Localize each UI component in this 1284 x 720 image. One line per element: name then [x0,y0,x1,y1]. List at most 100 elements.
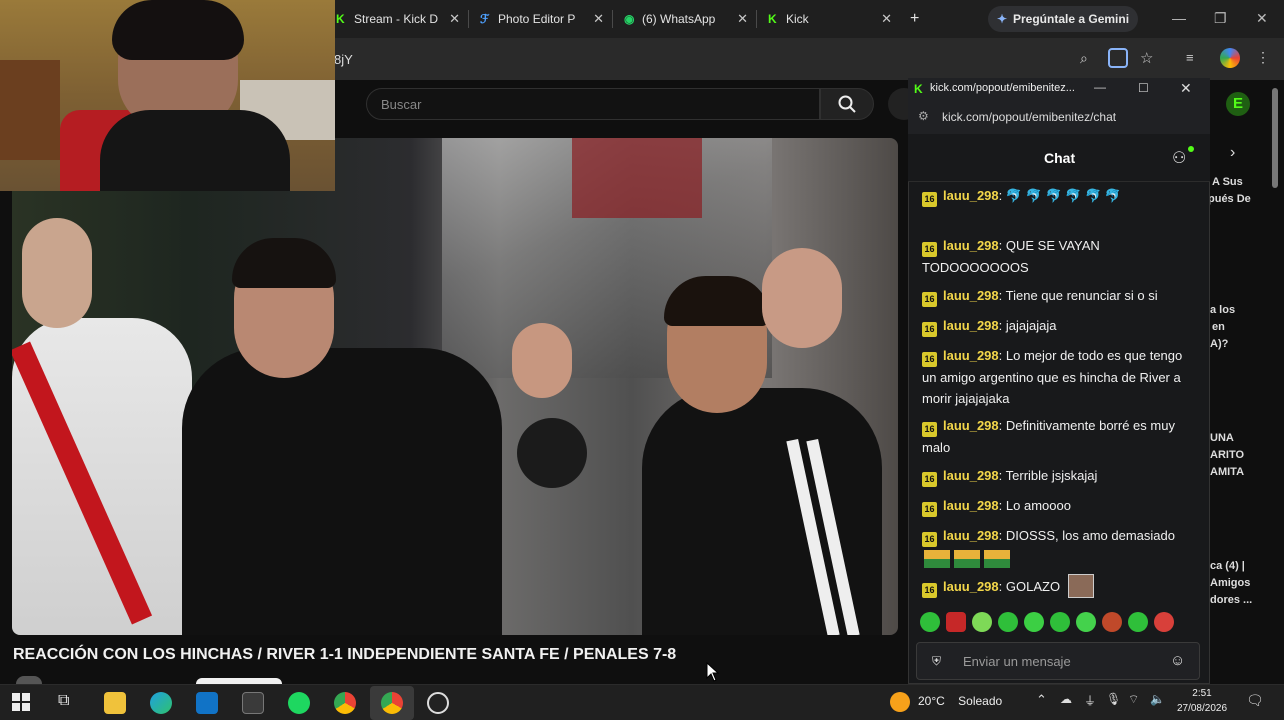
translate-icon[interactable] [1108,48,1128,68]
address-text[interactable]: 8jY [334,52,353,67]
chevron-up-icon[interactable]: ⌃ [1036,692,1047,708]
scrollbar[interactable] [1272,88,1278,188]
emote-button[interactable] [972,612,992,632]
windows-start-icon[interactable] [12,693,30,711]
close-icon[interactable]: ✕ [449,11,460,27]
chat-message: 16 lauu_298: DIOSSS, los amo demasiado [922,525,1194,547]
chrome-icon[interactable] [334,692,356,714]
close-icon[interactable]: ✕ [881,11,892,27]
person-face [22,218,92,328]
chat-username[interactable]: lauu_298 [943,348,999,363]
chevron-right-icon[interactable]: › [1230,144,1235,162]
chat-text: Terrible jsjskajaj [1005,468,1098,483]
reading-list-icon[interactable]: ≡ [1186,50,1194,65]
chat-title: Chat [1044,150,1076,166]
emote-button[interactable] [946,612,966,632]
person-face [762,248,842,348]
menu-dots-icon[interactable]: ⋮ [1256,49,1270,66]
chat-username[interactable]: lauu_298 [943,498,999,513]
volume-icon[interactable]: 🔈 [1150,692,1165,706]
person-face [512,323,572,398]
subscriber-badge: 16 [922,192,937,207]
emote-face [1067,574,1094,598]
maximize-icon[interactable]: ☐ [1138,81,1149,95]
chat-message: 16 lauu_298: jajajajaja [922,315,1194,337]
search-input[interactable]: Buscar [366,88,820,120]
usb-icon[interactable]: ⏚ [1084,692,1096,709]
photo-editor-icon: ℱ [480,12,490,26]
outlook-icon[interactable] [196,692,218,714]
obs-icon[interactable] [427,692,449,714]
new-tab-button[interactable]: + [910,6,919,32]
sidebar-fragment: AMITA [1210,466,1245,478]
tab-stream-kick[interactable]: K Stream - Kick D ✕ [336,6,460,32]
emoji-icon[interactable]: ☺ [1170,652,1185,669]
bookmark-star-icon[interactable]: ☆ [1140,49,1153,67]
cloud-icon[interactable]: ☁ [1060,692,1072,706]
tab-kick[interactable]: K Kick ✕ [768,6,892,32]
emote-button[interactable] [1050,612,1070,632]
chat-message: 16 lauu_298: 🐬 🐬 🐬 🐬 🐬 🐬 [922,185,1194,207]
zoom-icon[interactable]: ⌕ [1080,50,1088,67]
tab-photo-editor[interactable]: ℱ Photo Editor P ✕ [480,6,604,32]
emote-button[interactable] [1102,612,1122,632]
users-icon[interactable]: ⚇ [1172,148,1186,168]
popout-title: kick.com/popout/emibenitez... [930,82,1075,94]
subscriber-badge: 16 [922,352,937,367]
profile-avatar[interactable] [1220,48,1240,68]
weather-widget[interactable]: 20°C Soleado [918,694,1002,708]
chat-username[interactable]: lauu_298 [943,528,999,543]
minimize-icon[interactable]: — [1172,10,1186,26]
close-icon[interactable]: ✕ [1180,80,1192,97]
emote-button[interactable] [998,612,1018,632]
close-window-icon[interactable]: ✕ [1256,10,1268,27]
channel-avatar[interactable] [16,676,42,684]
popout-url-bar[interactable]: ⚙ kick.com/popout/emibenitez/chat [908,100,1210,134]
store-icon[interactable] [242,692,264,714]
microphone-icon[interactable]: 🎙 [1106,692,1121,706]
close-icon[interactable]: ✕ [737,11,748,27]
subscriber-badge: 16 [922,583,937,598]
chat-username[interactable]: lauu_298 [943,188,999,203]
edge-icon[interactable] [150,692,172,714]
mouse-cursor-icon [706,662,720,682]
chat-username[interactable]: lauu_298 [943,468,999,483]
microphone [517,418,587,488]
chat-message: 16 lauu_298: Terrible jsjskajaj [922,465,1194,487]
sidebar-fragment: A)? [1210,338,1229,350]
chat-message-input[interactable]: Enviar un mensaje [916,642,1200,680]
file-explorer-icon[interactable] [104,692,126,714]
close-icon[interactable]: ✕ [593,11,604,27]
chat-username[interactable]: lauu_298 [943,238,999,253]
subscriber-badge: 16 [922,502,937,517]
channel-e-icon[interactable]: E [1226,92,1250,116]
search-button[interactable] [820,88,874,120]
site-info-icon[interactable]: ⚙ [918,109,929,123]
wifi-icon[interactable]: ⌔ [1128,692,1139,707]
task-view-icon[interactable]: ⧉ [58,692,69,710]
video-player[interactable] [12,138,898,635]
notifications-icon[interactable]: 🗨 [1246,692,1264,709]
chat-username[interactable]: lauu_298 [943,288,999,303]
chat-text: DIOSSS, los amo demasiado [1005,528,1175,543]
gemini-button[interactable]: ✦ Pregúntale a Gemini [988,6,1138,32]
emote-button[interactable] [920,612,940,632]
tab-whatsapp[interactable]: ◉ (6) WhatsApp ✕ [624,6,748,32]
person-black-jacket [182,348,502,635]
spotify-icon[interactable] [288,692,310,714]
chat-message: 16 lauu_298: Tiene que renunciar si o si [922,285,1194,307]
clock-time: 2:51 [1192,688,1212,699]
search-icon [838,95,856,113]
chat-username[interactable]: lauu_298 [943,579,999,594]
emote-button[interactable] [1128,612,1148,632]
chat-username[interactable]: lauu_298 [943,318,999,333]
restore-icon[interactable]: ❐ [1214,10,1227,27]
emote-button[interactable] [1076,612,1096,632]
chrome-icon[interactable] [381,692,403,714]
chat-username[interactable]: lauu_298 [943,418,999,433]
emote-button[interactable] [1154,612,1174,632]
minimize-icon[interactable]: — [1094,80,1106,94]
online-dot [1188,146,1194,152]
emote-button[interactable] [1024,612,1044,632]
taskbar-clock[interactable]: 2:51 27/08/2026 [1170,686,1234,716]
